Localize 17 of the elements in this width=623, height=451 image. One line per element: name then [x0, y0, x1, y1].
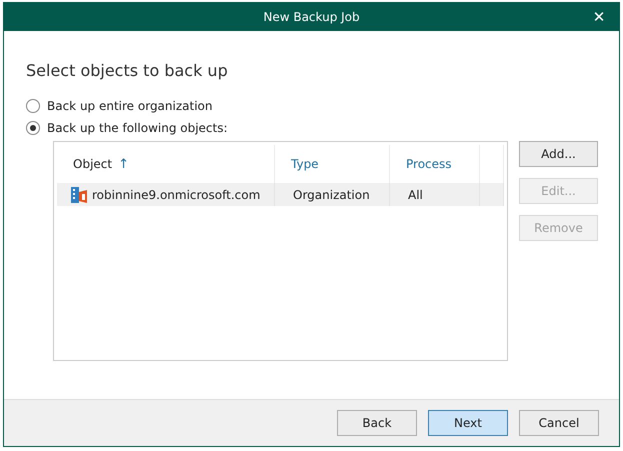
sort-arrow-icon: ↑ — [118, 156, 129, 172]
radio-button[interactable] — [26, 121, 40, 135]
close-button[interactable]: ✕ — [579, 8, 619, 26]
table-cell: All — [408, 188, 423, 202]
back-button[interactable]: Back — [337, 410, 417, 436]
page-heading: Select objects to back up — [26, 61, 229, 80]
organization-icon — [70, 186, 88, 204]
add-button[interactable]: Add... — [519, 141, 598, 167]
radio-label[interactable]: Back up entire organization — [47, 99, 212, 113]
table-row[interactable]: robinnine9.onmicrosoft.com Organization All — [57, 183, 504, 206]
next-button[interactable]: Next — [428, 410, 508, 436]
radio-button[interactable] — [26, 99, 40, 113]
table-cell: robinnine9.onmicrosoft.com — [92, 188, 260, 202]
radio-label[interactable]: Back up the following objects: — [47, 121, 228, 135]
window-title: New Backup Job — [262, 10, 361, 24]
cancel-button[interactable]: Cancel — [519, 410, 599, 436]
table-cell: Organization — [293, 188, 370, 202]
